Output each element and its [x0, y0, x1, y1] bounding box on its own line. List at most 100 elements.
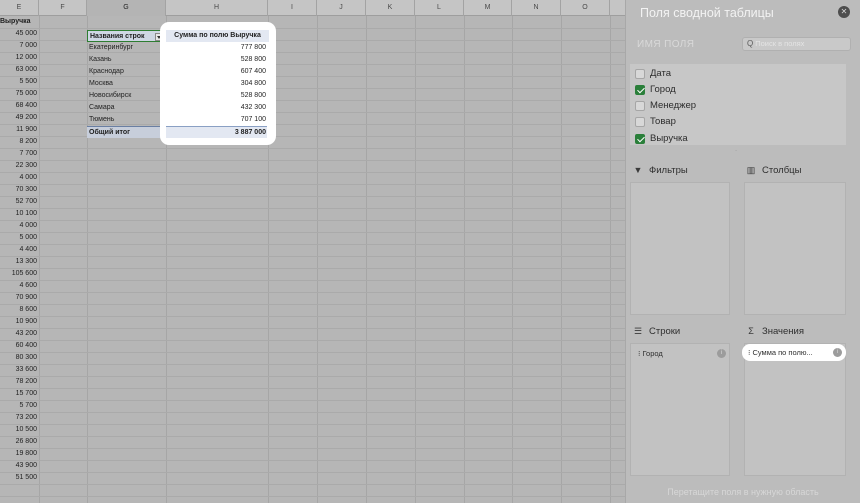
grid-row-line	[0, 196, 625, 197]
revenue-cell[interactable]: 19 800	[0, 448, 39, 460]
rows-field-chip[interactable]: ⁝ Город i	[638, 347, 726, 360]
field-list[interactable]: Дата Город Менеджер Товар Выручка	[630, 64, 846, 145]
column-header-f[interactable]: F	[39, 0, 87, 16]
grid-row-line	[0, 256, 625, 257]
column-header-m[interactable]: M	[464, 0, 512, 16]
column-header-o[interactable]: O	[561, 0, 610, 16]
field-checkbox-checked[interactable]	[635, 134, 645, 144]
field-checkbox[interactable]	[635, 69, 645, 79]
field-checkbox[interactable]	[635, 117, 645, 127]
pivot-value-header-cell[interactable]: Сумма по полю Выручка	[166, 30, 269, 42]
pivot-value-cell[interactable]: 432 300	[166, 102, 267, 114]
pivot-grand-total-value[interactable]: 3 887 000	[166, 126, 267, 138]
column-header-n[interactable]: N	[512, 0, 561, 16]
column-header-h[interactable]: H	[166, 0, 268, 16]
pivot-value-cell[interactable]: 304 800	[166, 78, 267, 90]
revenue-cell[interactable]: 68 400	[0, 100, 39, 112]
column-header-j[interactable]: J	[317, 0, 366, 16]
grid-row-line	[0, 232, 625, 233]
pivot-row-label[interactable]: Новосибирск	[89, 90, 163, 102]
revenue-cell[interactable]: 75 000	[0, 88, 39, 100]
values-drop-zone[interactable]	[744, 343, 846, 476]
grid-row-line	[0, 328, 625, 329]
spreadsheet-grid[interactable]: E F G H I J K L M N O Выручка 45 000 7 000…	[0, 0, 625, 503]
field-search-input[interactable]: Q Поиск в полях	[742, 37, 851, 51]
revenue-cell[interactable]: 8 600	[0, 304, 39, 316]
revenue-cell[interactable]: 5 700	[0, 400, 39, 412]
revenue-cell[interactable]: 7 000	[0, 40, 39, 52]
field-checkbox[interactable]	[635, 101, 645, 111]
revenue-cell[interactable]: 4 400	[0, 244, 39, 256]
revenue-cell[interactable]: 7 700	[0, 148, 39, 160]
revenue-cell[interactable]: 105 600	[0, 268, 39, 280]
pivot-fields-pane: Поля сводной таблицы ✕ ИМЯ ПОЛЯ Q Поиск в…	[625, 0, 860, 503]
column-header-k[interactable]: K	[366, 0, 415, 16]
revenue-cell[interactable]: 63 000	[0, 64, 39, 76]
field-label: Менеджер	[650, 100, 697, 111]
pivot-row-label[interactable]: Самара	[89, 102, 163, 114]
pivot-row-header-cell[interactable]: Названия строк	[87, 30, 165, 42]
column-header-i[interactable]: I	[268, 0, 317, 16]
revenue-cell[interactable]: 60 400	[0, 340, 39, 352]
pivot-value-cell[interactable]: 607 400	[166, 66, 267, 78]
revenue-cell[interactable]: 73 200	[0, 412, 39, 424]
pivot-row-label[interactable]: Краснодар	[89, 66, 163, 78]
revenue-cell[interactable]: 13 300	[0, 256, 39, 268]
pivot-value-cell[interactable]: 777 800	[166, 42, 267, 54]
revenue-cell[interactable]: 4 600	[0, 280, 39, 292]
pivot-row-label[interactable]: Тюмень	[89, 114, 163, 126]
revenue-cell[interactable]: 8 200	[0, 136, 39, 148]
pivot-row-label[interactable]: Москва	[89, 78, 163, 90]
pivot-value-cell[interactable]: 528 800	[166, 90, 267, 102]
revenue-cell[interactable]: 49 200	[0, 112, 39, 124]
revenue-cell[interactable]: 52 700	[0, 196, 39, 208]
grid-column-line	[39, 16, 40, 503]
revenue-cell[interactable]: 10 900	[0, 316, 39, 328]
revenue-cell[interactable]: 80 300	[0, 352, 39, 364]
revenue-cell[interactable]: 43 900	[0, 460, 39, 472]
revenue-cell[interactable]: 45 000	[0, 28, 39, 40]
revenue-cell[interactable]: 4 000	[0, 220, 39, 232]
resize-handle[interactable]: ⠂	[734, 149, 740, 155]
rows-drop-zone[interactable]: ⁝ Город i	[630, 343, 730, 476]
info-icon[interactable]: i	[833, 348, 842, 357]
columns-icon: ▥	[746, 165, 756, 175]
grid-row-line	[0, 448, 625, 449]
pivot-value-cell[interactable]: 707 100	[166, 114, 267, 126]
info-icon[interactable]: i	[717, 349, 726, 358]
revenue-cell[interactable]: 33 600	[0, 364, 39, 376]
values-field-chip[interactable]: ⁝ Сумма по полю... i	[742, 344, 846, 361]
revenue-cell[interactable]: 5 000	[0, 232, 39, 244]
grid-column-line	[87, 16, 88, 503]
column-e-header-cell[interactable]: Выручка	[0, 16, 39, 28]
column-header-g[interactable]: G	[87, 0, 166, 16]
pivot-value-cell[interactable]: 528 800	[166, 54, 267, 66]
revenue-cell[interactable]: 12 000	[0, 52, 39, 64]
grid-row-line	[0, 304, 625, 305]
revenue-cell[interactable]: 43 200	[0, 328, 39, 340]
revenue-cell[interactable]: 10 500	[0, 424, 39, 436]
revenue-cell[interactable]: 70 900	[0, 292, 39, 304]
revenue-cell[interactable]: 10 100	[0, 208, 39, 220]
revenue-cell[interactable]: 11 900	[0, 124, 39, 136]
revenue-cell[interactable]: 15 700	[0, 388, 39, 400]
revenue-cell[interactable]: 4 000	[0, 172, 39, 184]
revenue-cell[interactable]: 78 200	[0, 376, 39, 388]
pivot-row-label[interactable]: Екатеринбург	[89, 42, 163, 54]
filters-label: Фильтры	[649, 165, 688, 176]
revenue-cell[interactable]: 70 300	[0, 184, 39, 196]
revenue-cell[interactable]: 5 500	[0, 76, 39, 88]
revenue-cell[interactable]: 22 300	[0, 160, 39, 172]
filters-drop-zone[interactable]	[630, 182, 730, 315]
values-area-title: Σ Значения	[746, 324, 804, 338]
pivot-grand-total-label[interactable]: Общий итог	[87, 126, 165, 138]
revenue-cell[interactable]: 51 500	[0, 472, 39, 484]
column-header-l[interactable]: L	[415, 0, 464, 16]
field-checkbox-checked[interactable]	[635, 85, 645, 95]
revenue-cell[interactable]: 26 800	[0, 436, 39, 448]
close-icon[interactable]: ✕	[838, 6, 850, 18]
columns-drop-zone[interactable]	[744, 182, 846, 315]
column-header-e[interactable]: E	[0, 0, 39, 16]
pivot-row-label[interactable]: Казань	[89, 54, 163, 66]
grid-row-line	[0, 376, 625, 377]
